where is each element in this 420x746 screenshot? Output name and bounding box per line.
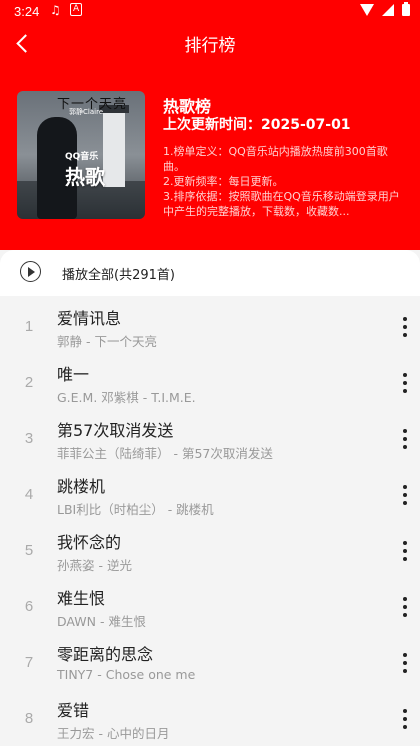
song-title[interactable]: 难生恨 (57, 585, 105, 609)
song-artist: 菲菲公主（陆绮菲） - 第57次取消发送 (57, 446, 273, 461)
song-row[interactable]: 4 跳楼机 LBI利比（时柏尘） - 跳楼机 (0, 466, 420, 522)
more-options-icon[interactable] (399, 484, 411, 506)
description-line: 3.排序依据：按照歌曲在QQ音乐移动端登录用户中产生的完整播放，下载数，收藏数.… (163, 190, 400, 218)
song-rank: 7 (24, 654, 34, 671)
description-line: 1.榜单定义：QQ音乐站内播放热度前300首歌曲。 (163, 145, 388, 173)
song-title[interactable]: 零距离的思念 (57, 641, 153, 665)
more-options-icon[interactable] (399, 316, 411, 338)
song-artist: TINY7 - Chose one me (57, 667, 196, 682)
song-artist: DAWN - 难生恨 (57, 614, 146, 629)
chart-header: 排行榜 下一个天亮 郭静Claire QQ音乐 热歌 热歌榜 上次更新时间：20… (0, 22, 420, 250)
song-rank: 6 (24, 598, 34, 615)
play-circle-icon[interactable] (20, 261, 41, 282)
song-title[interactable]: 爱情讯息 (57, 305, 121, 329)
chart-description: 1.榜单定义：QQ音乐站内播放热度前300首歌曲。 2.更新频率：每日更新。 3… (163, 144, 401, 219)
chart-cover-image: 下一个天亮 郭静Claire QQ音乐 热歌 (17, 91, 145, 219)
play-all-bar[interactable]: 播放全部(共291首) (0, 250, 420, 296)
song-row[interactable]: 1 爱情讯息 郭静 - 下一个天亮 (0, 298, 420, 354)
song-rank: 2 (24, 374, 34, 391)
signal-icon (382, 4, 394, 16)
description-line: 2.更新频率：每日更新。 (163, 175, 284, 188)
song-title[interactable]: 跳楼机 (57, 473, 105, 497)
wifi-icon (360, 4, 374, 16)
song-rank: 8 (24, 710, 34, 727)
app-notification-icon: A (70, 3, 83, 16)
play-all-label[interactable]: 播放全部(共291首) (62, 264, 175, 283)
more-options-icon[interactable] (399, 708, 411, 730)
lighthouse-shape (99, 105, 129, 187)
more-options-icon[interactable] (399, 652, 411, 674)
song-title[interactable]: 我怀念的 (57, 529, 121, 553)
more-options-icon[interactable] (399, 596, 411, 618)
last-update-time: 上次更新时间：2025-07-01 (163, 117, 351, 133)
song-rank: 3 (24, 430, 34, 447)
song-title[interactable]: 唯一 (57, 361, 89, 385)
song-rank: 1 (24, 318, 34, 335)
song-row[interactable]: 7 零距离的思念 TINY7 - Chose one me (0, 634, 420, 690)
song-title[interactable]: 第57次取消发送 (57, 417, 173, 441)
song-artist: 王力宏 - 心中的日月 (57, 726, 170, 741)
song-row[interactable]: 6 难生恨 DAWN - 难生恨 (0, 578, 420, 634)
status-icons (360, 2, 410, 16)
song-row[interactable]: 2 唯一 G.E.M. 邓紫棋 - T.I.M.E. (0, 354, 420, 410)
song-row[interactable]: 8 爱错 王力宏 - 心中的日月 (0, 690, 420, 746)
status-time: 3:24 (14, 4, 40, 19)
song-artist: 孙燕姿 - 逆光 (57, 558, 132, 573)
song-artist: 郭静 - 下一个天亮 (57, 334, 157, 349)
page-title: 排行榜 (184, 36, 236, 56)
song-rank: 4 (24, 486, 34, 503)
music-notification-icon: ♫ (50, 3, 61, 17)
song-artist: G.E.M. 邓紫棋 - T.I.M.E. (57, 390, 196, 405)
song-row[interactable]: 5 我怀念的 孙燕姿 - 逆光 (0, 522, 420, 578)
more-options-icon[interactable] (399, 540, 411, 562)
song-artist: LBI利比（时柏尘） - 跳楼机 (57, 502, 214, 517)
more-options-icon[interactable] (399, 372, 411, 394)
battery-icon (402, 2, 410, 16)
song-row[interactable]: 3 第57次取消发送 菲菲公主（陆绮菲） - 第57次取消发送 (0, 410, 420, 466)
cover-artist-text: 郭静Claire (69, 108, 104, 116)
song-rank: 5 (24, 542, 34, 559)
more-options-icon[interactable] (399, 428, 411, 450)
cover-chart-label: 热歌 (65, 165, 105, 189)
song-list: 1 爱情讯息 郭静 - 下一个天亮 2 唯一 G.E.M. 邓紫棋 - T.I.… (0, 298, 420, 746)
status-bar: 3:24 ♫ A (0, 0, 420, 22)
song-title[interactable]: 爱错 (57, 697, 89, 721)
